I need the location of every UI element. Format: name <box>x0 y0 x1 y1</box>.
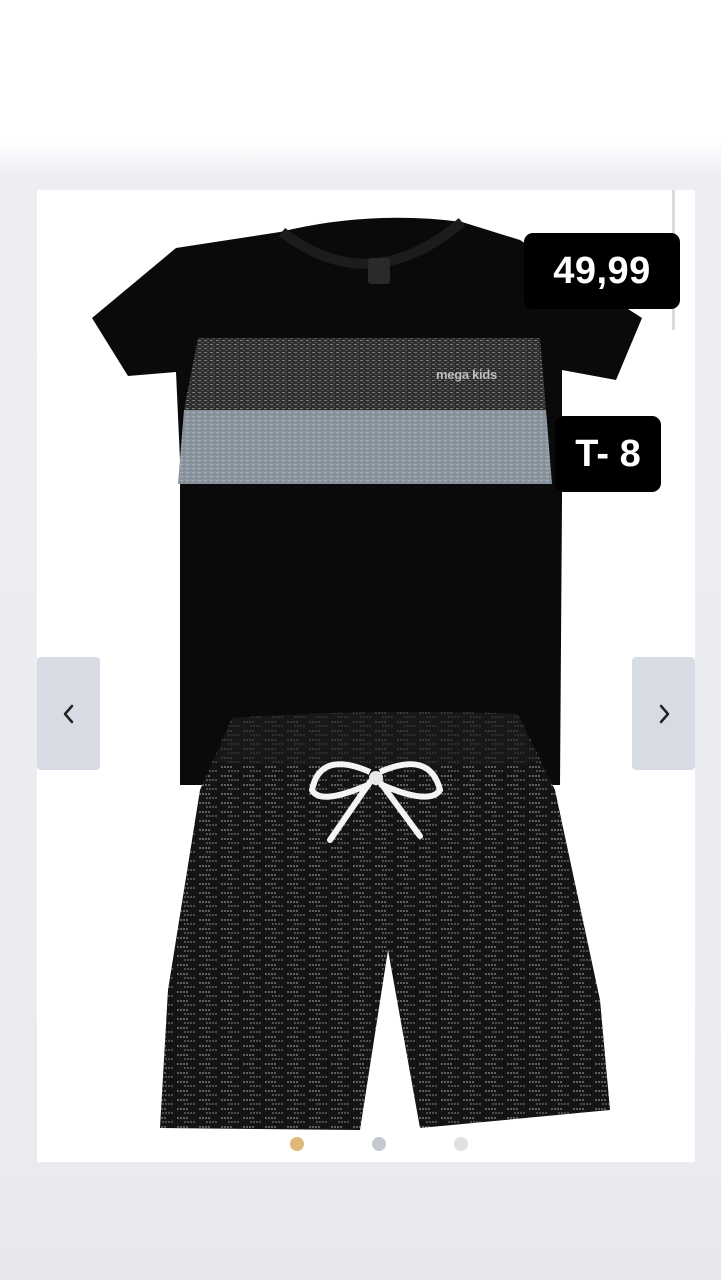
chevron-left-icon <box>63 704 73 723</box>
carousel-dot-1[interactable] <box>290 1137 304 1151</box>
carousel-dot-3[interactable] <box>454 1137 468 1151</box>
shorts-graphic <box>160 711 610 1130</box>
previous-slide-button[interactable] <box>37 657 100 770</box>
product-image-frame: mega kids <box>37 190 695 1162</box>
chevron-right-icon <box>659 704 669 723</box>
price-badge: 49,99 <box>524 233 680 309</box>
product-image <box>92 217 642 1130</box>
brand-print: mega kids <box>436 367 497 382</box>
size-badge: T- 8 <box>555 416 661 492</box>
next-slide-button[interactable] <box>632 657 695 770</box>
carousel-dot-2[interactable] <box>372 1137 386 1151</box>
carousel-dots <box>290 1137 468 1151</box>
